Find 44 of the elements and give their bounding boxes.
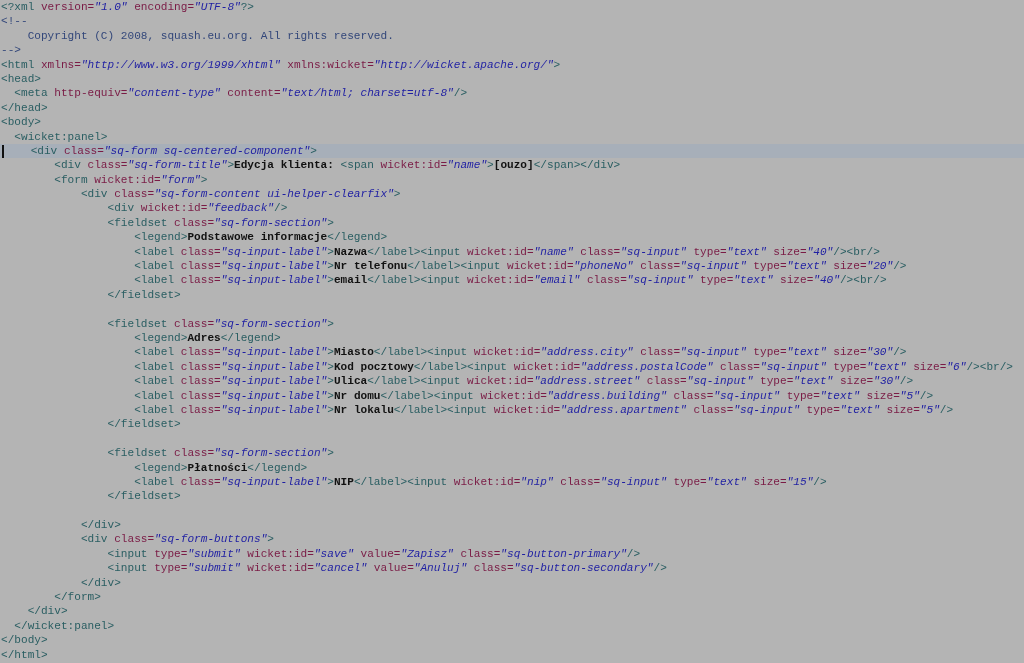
code-line: </form> [53,590,101,605]
code-line: <legend>Adres</legend> [133,331,281,346]
text-cursor [2,144,4,158]
code-line: <div class="sq-form-buttons"> [79,532,274,547]
code-line: <label class="sq-input-label">Nr telefonu</label><input wicket:id="phoneNo" class="sq-input" type="text" size="20"/> [133,259,907,274]
code-line: </wicket:panel> [13,618,115,634]
code-line: <fieldset class="sq-form-section"> [106,316,334,331]
code-line: <label class="sq-input-label">Nr lokalu</label><input wicket:id="address.apartment" class="sq-input" type="text" size="5"/> [133,402,954,418]
code-line: <legend>Podstawowe informacje</legend> [133,230,388,245]
code-line: <div class="sq-form-title">Edycja klienta: <span wicket:id="name">[ouzo]</span></div> [53,158,621,173]
code-line: </fieldset> [106,287,181,303]
code-line: </head> [1,100,48,116]
code-line: </html> [1,647,48,662]
code-line: Copyright (C) 2008, squash.eu.org. All rights reserved. [26,28,394,44]
code-line: <div class="sq-form-content ui-helper-clearfix"> [79,187,401,202]
code-line: </body> [1,633,48,648]
code-line: </div> [79,575,121,591]
code-line: <head> [1,71,41,87]
code-line: <html xmlns="http://www.w3.org/1999/xhtml" xmlns:wicket="http://wicket.apache.org/"> [1,57,561,72]
code-line: <form wicket:id="form"> [53,172,208,188]
code-line: <!-- [1,14,28,29]
code-line: <label class="sq-input-label">email</label><input wicket:id="email" class="sq-input" type="text" size="40"/><br/> [133,273,887,288]
code-line: <fieldset class="sq-form-section"> [106,215,334,231]
code-line: <input type="submit" wicket:id="save" value="Zapisz" class="sq-button-primary"/> [106,546,641,562]
code-line: <fieldset class="sq-form-section"> [106,446,334,461]
code-line: <?xml version="1.0" encoding="UTF-8"?> [1,0,255,15]
code-line: <body> [1,115,41,130]
code-line: <div wicket:id="feedback"/> [106,201,288,216]
code-line: <label class="sq-input-label">NIP</label><input wicket:id="nip" class="sq-input" type="text" size="15"/> [133,474,827,490]
code-line: <wicket:panel> [13,129,108,144]
code-line: </fieldset> [106,417,181,432]
code-line: <label class="sq-input-label">Nazwa</label><input wicket:id="name" class="sq-input" type="text" size="40"/><br/> [133,244,880,260]
code-line: <legend>Płatności</legend> [133,460,308,475]
code-line: <label class="sq-input-label">Ulica</label><input wicket:id="address.street" class="sq-input" type="text" size="30"/> [133,374,914,389]
code-line: <label class="sq-input-label">Nr domu</label><input wicket:id="address.building" class="sq-input" type="text" size="5"/> [133,388,934,403]
code-line: </div> [79,518,121,533]
code-line: <label class="sq-input-label">Miasto</label><input wicket:id="address.city" class="sq-input" type="text" size="30"/> [133,345,907,360]
code-line: <input type="submit" wicket:id="cancel" value="Anuluj" class="sq-button-secondary"/> [106,561,667,576]
code-line: <div class="sq-form sq-centered-component"> [29,143,317,159]
code-line: </fieldset> [106,489,181,504]
code-line: <label class="sq-input-label">Kod pocztowy</label><input wicket:id="address.postalCode" class="sq-input" type="text" size="6"/><br/> [133,359,1014,375]
code-line: --> [1,43,21,58]
code-line: <meta http-equiv="content-type" content="text/html; charset=utf-8"/> [13,86,468,101]
code-line: </div> [26,604,68,619]
